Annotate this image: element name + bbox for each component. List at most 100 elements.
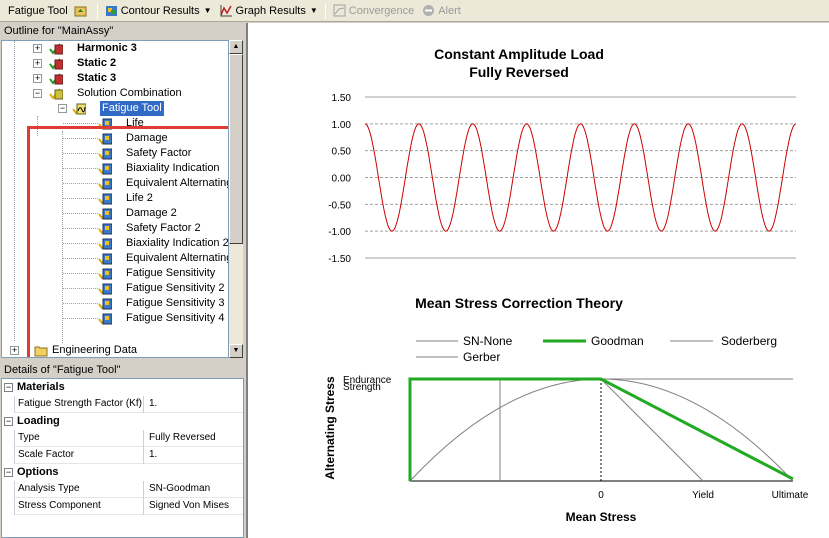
ytick-label: -1.50: [328, 254, 351, 265]
solution-combination-icon: [49, 88, 63, 100]
tree-item-label: Static 2: [77, 57, 117, 69]
convergence-icon: [333, 4, 346, 17]
contour-results-label: Contour Results: [120, 4, 200, 17]
expand-icon[interactable]: +: [33, 44, 42, 53]
outline-tree[interactable]: + Harmonic 3 + Static 2 + Static 3 − Sol…: [1, 40, 229, 358]
mean-stress-plot: [408, 377, 794, 482]
expand-icon[interactable]: +: [33, 59, 42, 68]
tree-item-static-3[interactable]: + Static 3: [2, 71, 228, 86]
fatigue-tool-icon: [72, 103, 86, 115]
fatigue-tool-label: Fatigue Tool: [8, 4, 68, 17]
tree-item-static-2[interactable]: + Static 2: [2, 56, 228, 71]
collapse-icon[interactable]: −: [4, 468, 13, 477]
scroll-up-icon[interactable]: ▲: [229, 40, 243, 54]
graph-canvas: Constant Amplitude Load Fully Reversed 1…: [323, 46, 809, 524]
property-value[interactable]: Fully Reversed: [146, 430, 241, 446]
tree-item-harmonic-3[interactable]: + Harmonic 3: [2, 41, 228, 56]
collapse-icon[interactable]: −: [4, 383, 13, 392]
property-name: Analysis Type: [14, 481, 144, 498]
tree-item-fatigue-tool[interactable]: − Fatigue Tool: [2, 101, 228, 116]
tree-item-label: Solution Combination: [77, 87, 182, 99]
x-axis-label: Mean Stress: [566, 510, 637, 524]
tree-item-label: Fatigue Tool: [100, 101, 164, 116]
highlight-annotation-box: [27, 126, 228, 357]
goodman-line: [408, 377, 794, 481]
legend: SN-None Goodman Soderberg Gerber: [416, 334, 777, 364]
expand-icon[interactable]: +: [10, 346, 19, 355]
category-loading[interactable]: − Loading: [2, 413, 243, 430]
xtick-yield: Yield: [692, 490, 714, 501]
convergence-button[interactable]: Convergence: [329, 2, 418, 20]
alert-button[interactable]: Alert: [418, 2, 465, 20]
fatigue-tool-button[interactable]: Fatigue Tool: [4, 2, 94, 20]
property-value[interactable]: 1.: [146, 396, 241, 412]
contour-results-icon: [105, 6, 117, 16]
graph-area: Constant Amplitude Load Fully Reversed 1…: [246, 23, 829, 538]
alert-label: Alert: [438, 4, 461, 17]
load-chart-grid: [365, 96, 796, 259]
load-chart-title: Constant Amplitude Load: [434, 46, 604, 62]
category-label: Options: [17, 466, 59, 478]
property-value[interactable]: 1.: [146, 447, 241, 463]
property-row[interactable]: Fatigue Strength Factor (Kf) 1.: [14, 396, 243, 413]
folder-up-icon: [74, 6, 87, 17]
tree-item-label: Harmonic 3: [77, 42, 137, 54]
legend-label-sn-none: SN-None: [463, 334, 513, 348]
chevron-down-icon: ▼: [203, 6, 212, 15]
legend-label-goodman: Goodman: [591, 334, 644, 348]
load-chart-subtitle: Fully Reversed: [469, 64, 569, 80]
legend-label-gerber: Gerber: [463, 350, 500, 364]
collapse-icon[interactable]: −: [58, 104, 67, 113]
toolbar: Fatigue Tool Contour Results ▼ Graph Res…: [0, 0, 829, 22]
collapse-icon[interactable]: −: [33, 89, 42, 98]
graph-results-button[interactable]: Graph Results ▼: [216, 2, 322, 20]
property-row[interactable]: Type Fully Reversed: [14, 430, 243, 447]
expand-icon[interactable]: +: [33, 74, 42, 83]
property-name: Fatigue Strength Factor (Kf): [14, 396, 144, 413]
graph-results-icon: [219, 5, 232, 17]
chevron-down-icon: ▼: [309, 6, 318, 15]
convergence-label: Convergence: [348, 4, 415, 17]
property-name: Scale Factor: [14, 447, 144, 464]
check-solution-icon: [49, 58, 63, 70]
y-axis-label: Alternating Stress: [323, 376, 337, 480]
details-title: Details of "Fatigue Tool": [4, 364, 121, 376]
toolbar-separator: [324, 2, 326, 19]
ytick-label: 1.50: [332, 93, 352, 104]
outline-title: Outline for "MainAssy": [0, 23, 245, 39]
ytick-label: 1.00: [332, 120, 352, 131]
outline-scrollbar[interactable]: ▲ ▼: [229, 40, 243, 358]
tree-line: [63, 123, 98, 124]
category-materials[interactable]: − Materials: [2, 379, 243, 396]
alert-icon: [423, 5, 435, 16]
check-solution-icon: [49, 43, 63, 55]
property-row[interactable]: Scale Factor 1.: [14, 447, 243, 464]
ytick-label: -0.50: [328, 200, 351, 211]
ytick-label: 0.00: [332, 174, 352, 185]
mean-stress-chart-title: Mean Stress Correction Theory: [415, 295, 623, 311]
ytick-strength: Strength: [343, 382, 381, 393]
category-label: Materials: [17, 381, 65, 393]
property-value[interactable]: Signed Von Mises: [146, 498, 241, 514]
plot-axes: [409, 379, 793, 482]
check-solution-icon: [49, 73, 63, 85]
contour-results-button[interactable]: Contour Results ▼: [101, 2, 216, 20]
details-grid[interactable]: − Materials Fatigue Strength Factor (Kf)…: [1, 378, 244, 538]
property-name: Type: [14, 430, 144, 447]
gerber-curve: [409, 378, 794, 482]
property-row[interactable]: Analysis Type SN-Goodman: [14, 481, 243, 498]
soderberg-line: [600, 378, 704, 482]
ytick-label: 0.50: [332, 147, 352, 158]
category-options[interactable]: − Options: [2, 464, 243, 481]
xtick-zero: 0: [598, 490, 604, 501]
collapse-icon[interactable]: −: [4, 417, 13, 426]
xtick-ultimate: Ultimate: [772, 490, 809, 501]
property-row[interactable]: Stress Component Signed Von Mises: [14, 498, 243, 515]
toolbar-separator: [96, 2, 98, 19]
scroll-thumb[interactable]: [229, 54, 243, 244]
category-label: Loading: [17, 415, 60, 427]
load-chart-yticks: 1.50 1.00 0.50 0.00 -0.50 -1.00 -1.50: [328, 93, 351, 265]
tree-item-solution-combination[interactable]: − Solution Combination: [2, 86, 228, 101]
property-value[interactable]: SN-Goodman: [146, 481, 241, 497]
scroll-down-icon[interactable]: ▼: [229, 344, 243, 358]
